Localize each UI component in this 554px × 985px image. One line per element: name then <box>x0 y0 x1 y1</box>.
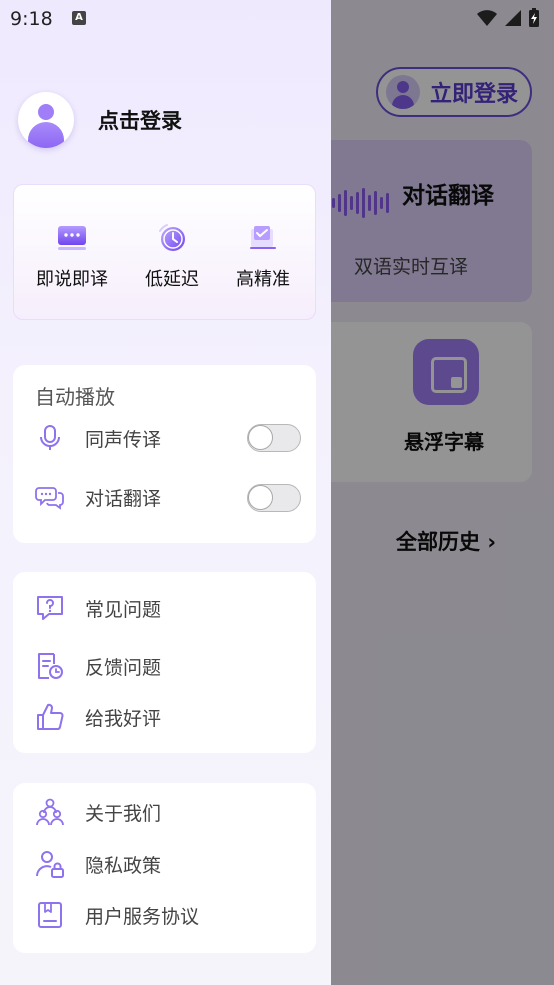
status-time: 9:18 <box>10 8 53 30</box>
auto-play-item-dialog[interactable]: 对话翻译 <box>35 482 161 512</box>
chat-box-icon <box>58 226 86 250</box>
feature-instant: 即说即译 <box>36 221 108 291</box>
help-card: 常见问题 反馈问题 给我好评 <box>13 572 316 753</box>
menu-item-label: 给我好评 <box>85 707 162 730</box>
thumbs-up-icon <box>37 703 64 730</box>
cell-signal-icon <box>505 10 521 26</box>
menu-item-feedback[interactable]: 反馈问题 <box>35 651 161 681</box>
battery-icon <box>529 8 539 27</box>
team-icon <box>36 798 64 826</box>
wifi-icon <box>477 10 497 26</box>
feedback-icon <box>38 653 63 679</box>
notification-a-icon: A <box>72 11 86 25</box>
feature-label: 低延迟 <box>145 269 199 290</box>
question-icon <box>37 596 63 620</box>
about-card: 关于我们 隐私政策 用户服务协议 <box>13 783 316 953</box>
menu-item-label: 反馈问题 <box>85 656 162 679</box>
avatar <box>18 92 74 148</box>
feature-card: 即说即译 低延迟 高精准 <box>13 184 316 320</box>
feature-label: 即说即译 <box>36 269 108 290</box>
dialog-toggle[interactable] <box>247 484 301 512</box>
menu-item-rate[interactable]: 给我好评 <box>35 702 161 732</box>
auto-play-item-simultaneous[interactable]: 同声传译 <box>35 423 161 453</box>
menu-item-label: 关于我们 <box>85 802 162 825</box>
clock-icon <box>159 224 185 251</box>
status-bar: 9:18 A <box>0 0 554 38</box>
menu-item-about[interactable]: 关于我们 <box>35 797 161 827</box>
auto-play-label: 同声传译 <box>85 428 162 451</box>
side-drawer: 点击登录 即说即译 低延迟 高精准 自动播放 同声传译 对话翻译 常见问题 反馈… <box>0 0 331 985</box>
auto-play-title: 自动播放 <box>35 385 115 409</box>
login-label: 点击登录 <box>98 109 182 133</box>
feature-high-precision: 高精准 <box>236 221 290 291</box>
auto-play-label: 对话翻译 <box>85 487 162 510</box>
microphone-icon <box>40 425 60 450</box>
menu-item-faq[interactable]: 常见问题 <box>35 593 161 623</box>
auto-play-card: 自动播放 同声传译 对话翻译 <box>13 365 316 543</box>
profile-login[interactable]: 点击登录 <box>18 92 182 148</box>
menu-item-label: 隐私政策 <box>85 854 162 877</box>
simultaneous-toggle[interactable] <box>247 424 301 452</box>
book-icon <box>38 902 62 928</box>
menu-item-label: 常见问题 <box>85 598 162 621</box>
feature-label: 高精准 <box>236 269 290 290</box>
user-lock-icon <box>36 851 64 878</box>
menu-item-privacy[interactable]: 隐私政策 <box>35 849 161 879</box>
chat-bubbles-icon <box>35 487 64 510</box>
precision-icon <box>250 226 276 249</box>
menu-item-terms[interactable]: 用户服务协议 <box>35 900 199 930</box>
status-icons <box>476 8 540 28</box>
feature-low-latency: 低延迟 <box>145 221 199 291</box>
menu-item-label: 用户服务协议 <box>85 905 200 928</box>
